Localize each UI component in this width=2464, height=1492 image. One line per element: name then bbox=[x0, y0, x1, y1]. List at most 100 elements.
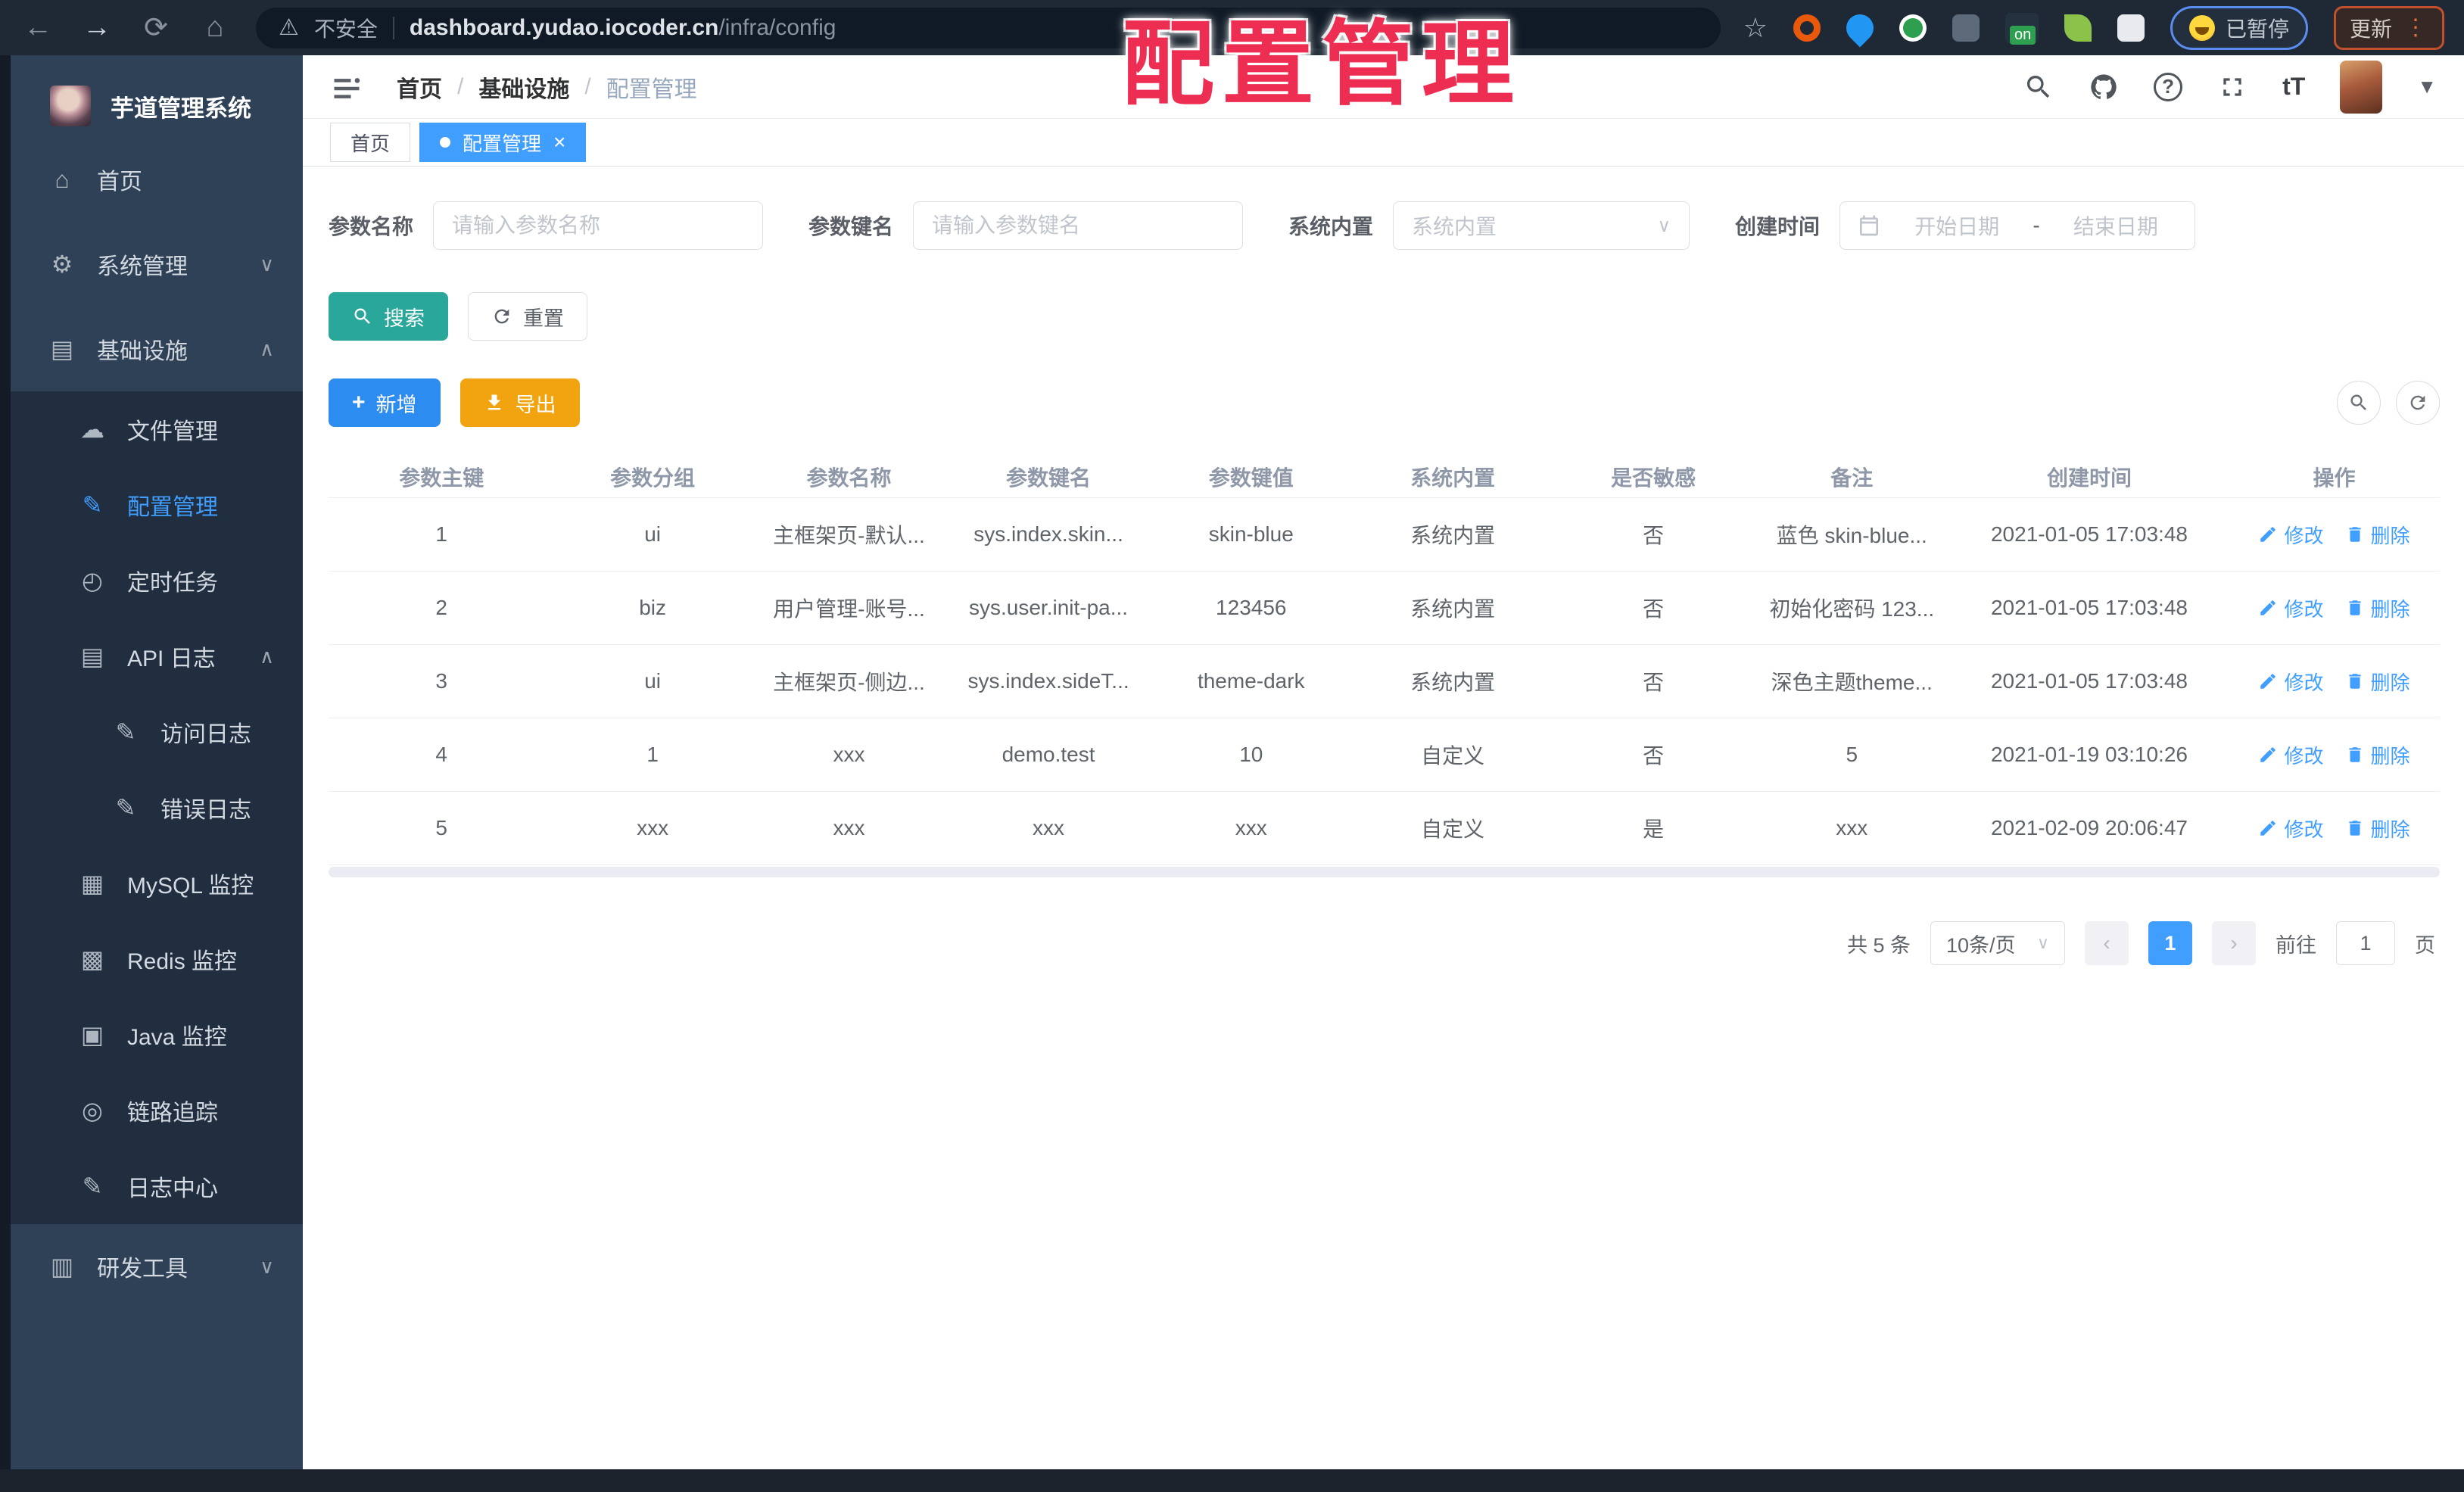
table-scrollbar[interactable] bbox=[329, 867, 2440, 877]
extension-green-icon[interactable] bbox=[1899, 14, 1927, 42]
breadcrumb-home[interactable]: 首页 bbox=[397, 70, 442, 104]
delete-row-link[interactable]: 删除 bbox=[2345, 668, 2410, 696]
close-tab-icon[interactable]: × bbox=[553, 132, 565, 153]
edit-row-link[interactable]: 修改 bbox=[2258, 594, 2324, 622]
help-icon[interactable]: ? bbox=[2154, 72, 2183, 101]
toolbox-icon: ▥ bbox=[50, 1253, 74, 1280]
search-icon bbox=[2350, 394, 2366, 410]
reset-button[interactable]: 重置 bbox=[468, 292, 587, 341]
search-button[interactable]: 搜索 bbox=[329, 292, 448, 341]
delete-row-link[interactable]: 删除 bbox=[2345, 521, 2410, 549]
table-row: 5 xxx xxx xxx xxx 自定义 是 xxx 2021-02-09 20:06:47 修… bbox=[329, 792, 2440, 865]
date-end-placeholder[interactable]: 结束日期 bbox=[2054, 210, 2178, 241]
user-avatar[interactable] bbox=[2340, 60, 2383, 114]
sidebar-item-trace-eye[interactable]: ◎ 链路追踪 bbox=[11, 1073, 303, 1148]
extension-donut-icon[interactable] bbox=[1793, 14, 1821, 42]
sidebar-item-access-log[interactable]: ✎ 访问日志 bbox=[11, 694, 303, 770]
url-text[interactable]: dashboard.yudao.iocoder.cn/infra/config bbox=[410, 15, 836, 41]
sidebar-item-toolbox[interactable]: ▥ 研发工具 ∨ bbox=[11, 1224, 303, 1309]
insecure-warning-icon[interactable]: ⚠ bbox=[279, 14, 299, 41]
table-cell: sys.index.skin... bbox=[973, 522, 1123, 546]
date-start-placeholder[interactable]: 开始日期 bbox=[1895, 210, 2019, 241]
font-size-icon[interactable]: tT bbox=[2282, 73, 2305, 101]
paused-badge[interactable]: 已暂停 bbox=[2170, 5, 2308, 50]
sidebar-item-gear[interactable]: ⚙ 系统管理 ∨ bbox=[11, 222, 303, 307]
sidebar-item-mysql[interactable]: ▦ MySQL 监控 bbox=[11, 846, 303, 921]
tab-配置管理[interactable]: 配置管理 × bbox=[419, 123, 587, 162]
table-cell: 否 bbox=[1643, 671, 1665, 694]
table-cell: 2 bbox=[435, 596, 447, 619]
delete-row-link[interactable]: 删除 bbox=[2345, 741, 2410, 769]
extensions-menu-icon[interactable] bbox=[2117, 14, 2145, 42]
table-cell: xxx bbox=[833, 743, 865, 766]
sidebar-item-cloud[interactable]: ☁ 文件管理 bbox=[11, 391, 303, 467]
header-actions: ? tT ▼ bbox=[2023, 60, 2437, 114]
sidebar-item-home[interactable]: ⌂ 首页 bbox=[11, 137, 303, 222]
current-page[interactable]: 1 bbox=[2148, 921, 2192, 965]
export-button[interactable]: 导出 bbox=[459, 378, 580, 427]
extension-puzzle-icon[interactable] bbox=[1952, 14, 1980, 42]
edit-row-link[interactable]: 修改 bbox=[2258, 741, 2324, 769]
edit-row-link[interactable]: 修改 bbox=[2258, 668, 2324, 696]
date-range-picker[interactable]: 开始日期 - 结束日期 bbox=[1839, 201, 2196, 250]
edit-row-link[interactable]: 修改 bbox=[2258, 521, 2324, 549]
bookmark-star-icon[interactable]: ☆ bbox=[1743, 12, 1768, 44]
extension-leaf-icon[interactable] bbox=[2064, 14, 2092, 42]
sidebar-item-infra[interactable]: ▤ 基础设施 ∧ bbox=[11, 307, 303, 391]
add-button[interactable]: + 新增 bbox=[329, 378, 441, 427]
access-log-icon: ✎ bbox=[115, 718, 136, 746]
edit-row-link[interactable]: 修改 bbox=[2258, 815, 2324, 843]
prev-page-button[interactable]: ‹ bbox=[2085, 921, 2129, 965]
table-cell: theme-dark bbox=[1197, 669, 1305, 693]
goto-page-input[interactable] bbox=[2336, 921, 2395, 965]
param-name-input[interactable] bbox=[433, 201, 764, 250]
collapse-sidebar-icon[interactable] bbox=[330, 72, 363, 102]
update-button[interactable]: 更新 ⋮ bbox=[2333, 5, 2444, 50]
forward-icon[interactable]: → bbox=[79, 11, 115, 44]
breadcrumb-infra[interactable]: 基础设施 bbox=[478, 70, 569, 104]
avatar-dropdown-icon[interactable]: ▼ bbox=[2417, 75, 2437, 98]
column-header: 参数主键 bbox=[399, 466, 484, 490]
delete-row-link[interactable]: 删除 bbox=[2345, 815, 2410, 843]
system-builtin-select[interactable]: 系统内置 ∨ bbox=[1393, 201, 1690, 250]
table-row: 1 ui 主框架页-默认... sys.index.skin... skin-blue 系… bbox=[329, 498, 2440, 572]
sidebar-item-redis[interactable]: ▩ Redis 监控 bbox=[11, 921, 303, 997]
search-icon[interactable] bbox=[2023, 72, 2054, 102]
extension-on-badge-icon[interactable] bbox=[2005, 12, 2039, 45]
page-size-select[interactable]: 10条/页 ∨ bbox=[1930, 921, 2065, 965]
table-cell: ui bbox=[644, 522, 661, 546]
reload-icon[interactable]: ⟳ bbox=[138, 11, 174, 45]
tab-bar: 首页 配置管理 × bbox=[303, 119, 2464, 167]
sidebar-item-edit[interactable]: ✎ 配置管理 bbox=[11, 467, 303, 543]
next-page-button[interactable]: › bbox=[2212, 921, 2256, 965]
table-cell: 2021-01-05 17:03:48 bbox=[1990, 669, 2188, 693]
sidebar-item-timer[interactable]: ◴ 定时任务 bbox=[11, 543, 303, 618]
plus-icon: + bbox=[352, 390, 366, 415]
sidebar-item-java[interactable]: ▣ Java 监控 bbox=[11, 997, 303, 1073]
param-key-input[interactable] bbox=[913, 201, 1244, 250]
sidebar-item-error-log[interactable]: ✎ 错误日志 bbox=[11, 770, 303, 846]
app-logo-row[interactable]: 芋道管理系统 bbox=[11, 55, 303, 137]
table-cell: 系统内置 bbox=[1410, 597, 1496, 621]
hide-search-button[interactable] bbox=[2337, 381, 2381, 425]
table-cell: 主框架页-侧边... bbox=[773, 671, 925, 694]
create-time-label: 创建时间 bbox=[1735, 215, 1821, 238]
delete-row-link[interactable]: 删除 bbox=[2345, 594, 2410, 622]
browser-menu-dots-icon[interactable]: ⋮ bbox=[2404, 14, 2428, 41]
screen: ← → ⟳ ⌂ ⚠ 不安全 dashboard.yudao.iocoder.cn… bbox=[0, 0, 2464, 1492]
tab-label: 配置管理 bbox=[463, 132, 542, 155]
refresh-table-button[interactable] bbox=[2396, 381, 2440, 425]
extension-pin-icon[interactable] bbox=[1840, 8, 1880, 47]
sidebar-item-api-log[interactable]: ▤ API 日志 ∧ bbox=[11, 618, 303, 694]
tab-首页[interactable]: 首页 bbox=[330, 123, 411, 162]
table-cell: 用户管理-账号... bbox=[773, 597, 925, 621]
fullscreen-icon[interactable] bbox=[2217, 72, 2248, 102]
cloud-icon: ☁ bbox=[80, 416, 104, 443]
home-icon[interactable]: ⌂ bbox=[197, 11, 233, 44]
app-logo-image bbox=[50, 86, 91, 126]
chevron-down-icon: ∨ bbox=[259, 252, 274, 276]
table-cell: 自定义 bbox=[1421, 744, 1485, 768]
github-icon[interactable] bbox=[2089, 72, 2119, 102]
sidebar-item-log-center[interactable]: ✎ 日志中心 bbox=[11, 1148, 303, 1224]
back-icon[interactable]: ← bbox=[20, 11, 56, 44]
